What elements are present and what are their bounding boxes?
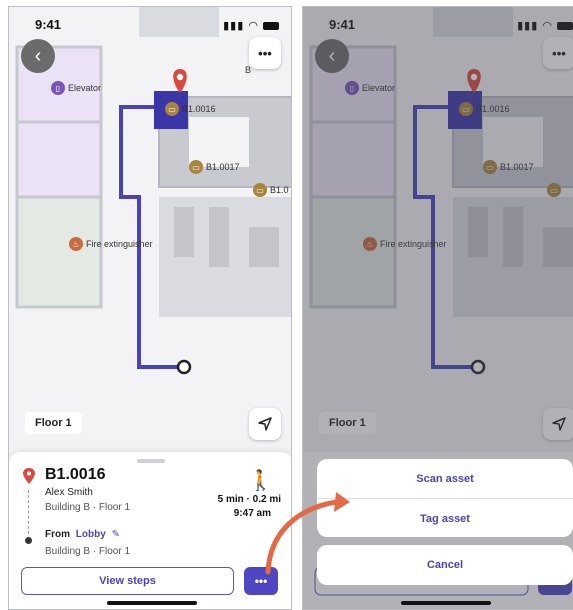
status-icons: ▮▮▮ ◠ xyxy=(223,19,279,32)
wifi-icon: ◠ xyxy=(248,20,259,32)
navigate-arrow-icon xyxy=(258,417,272,431)
back-button[interactable]: ‹ xyxy=(21,39,55,73)
battery-icon xyxy=(263,22,279,31)
map-more-button[interactable]: ••• xyxy=(249,37,281,69)
destination-location: Building B · Floor 1 xyxy=(45,502,131,513)
elevator-icon: ▯ xyxy=(51,81,65,95)
scan-asset-button[interactable]: Scan asset xyxy=(317,459,573,498)
poi-elevator[interactable]: ▯ Elevator xyxy=(51,81,101,95)
room-icon: ▭ xyxy=(189,160,203,174)
more-icon: ••• xyxy=(254,574,268,588)
back-arrow-icon: ‹ xyxy=(34,44,42,67)
walking-person-icon: 🚶 xyxy=(248,470,273,492)
route-sheet: B1.0016 Alex Smith Building B · Floor 1 … xyxy=(9,452,291,609)
home-indicator xyxy=(107,601,197,605)
poi-room-b10016[interactable]: ▭ B1.0016 xyxy=(165,102,216,116)
more-icon: ••• xyxy=(258,45,272,61)
sheet-handle[interactable] xyxy=(137,459,165,463)
origin-place-link[interactable]: Lobby xyxy=(76,529,106,540)
poi-room-partial[interactable]: ▭ B1.0 xyxy=(253,183,289,197)
edit-pencil-icon[interactable]: ✎ xyxy=(112,529,120,540)
arrival-time: 9:47 am xyxy=(233,508,271,519)
poi-fire-extinguisher[interactable]: ♨ Fire extinguisher xyxy=(69,237,153,251)
duration-distance: 5 min · 0.2 mi xyxy=(217,494,281,505)
route-connector xyxy=(28,490,29,534)
origin-location: Building B · Floor 1 xyxy=(45,546,131,557)
recenter-button[interactable] xyxy=(249,408,281,440)
home-indicator xyxy=(401,601,491,605)
tag-asset-button[interactable]: Tag asset xyxy=(317,499,573,538)
destination-person: Alex Smith xyxy=(45,487,93,498)
location-pin-icon xyxy=(23,468,35,484)
destination-title: B1.0016 xyxy=(45,466,106,483)
view-steps-button[interactable]: View steps xyxy=(21,567,234,595)
signal-icon: ▮▮▮ xyxy=(223,20,245,32)
status-time: 9:41 xyxy=(35,17,62,32)
poi-room-b10017[interactable]: ▭ B1.0017 xyxy=(189,160,240,174)
phone-screen-route: 9:41 ▮▮▮ ◠ ‹ ••• B ▯ Elevator ▭ B1.0016 … xyxy=(8,6,292,610)
action-sheet: Scan asset Tag asset xyxy=(317,459,573,537)
route-more-button[interactable]: ••• xyxy=(244,567,278,595)
fire-extinguisher-icon: ♨ xyxy=(69,237,83,251)
origin-dot xyxy=(25,537,32,544)
cancel-button[interactable]: Cancel xyxy=(317,545,573,585)
room-icon: ▭ xyxy=(253,183,267,197)
origin-row: From Lobby ✎ xyxy=(45,529,120,540)
phone-screen-actions: 9:41 ▮▮▮ ◠ ‹ ••• ▯ Elevator ▭ B1.0016 ▭ … xyxy=(302,6,573,610)
floor-selector[interactable]: Floor 1 xyxy=(25,412,82,434)
room-icon: ▭ xyxy=(165,102,179,116)
poi-partial-right: B xyxy=(245,65,252,75)
from-label: From xyxy=(45,529,70,540)
